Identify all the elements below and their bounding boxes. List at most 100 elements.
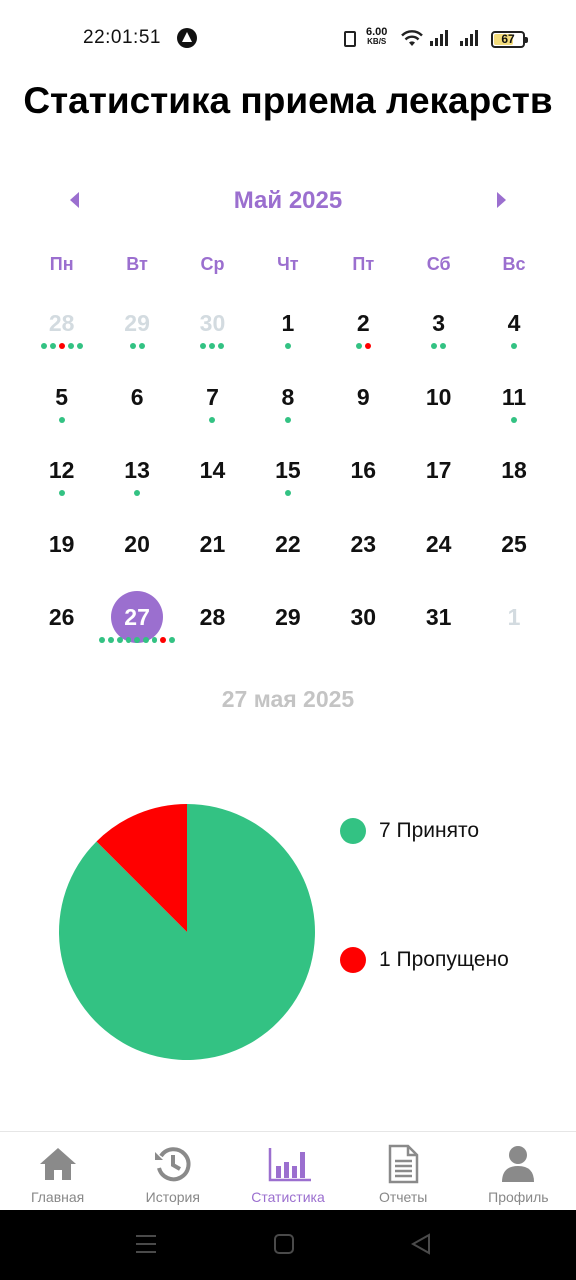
calendar-day[interactable]: 8 xyxy=(250,370,325,444)
calendar-day[interactable]: 30 xyxy=(175,296,250,370)
calendar-day-number: 28 xyxy=(48,310,75,336)
next-month-icon[interactable] xyxy=(497,192,506,208)
nav-item-home[interactable]: Главная xyxy=(0,1132,115,1210)
nav-label-reports: Отчеты xyxy=(378,1189,428,1205)
calendar-day[interactable]: 16 xyxy=(326,443,401,517)
calendar-day[interactable]: 28 xyxy=(175,590,250,664)
calendar-day-number: 7 xyxy=(206,383,219,410)
bar-chart-icon xyxy=(268,1148,311,1182)
calendar-day-number: 8 xyxy=(281,383,295,410)
taken-dot xyxy=(209,416,216,423)
legend-label-missed: 1 Пропущено xyxy=(379,948,509,971)
calendar-day[interactable]: 4 xyxy=(476,296,551,370)
calendar-day[interactable]: 11 xyxy=(476,370,551,444)
calendar-day[interactable]: 5 xyxy=(24,370,99,444)
calendar-day[interactable]: 24 xyxy=(401,517,476,591)
calendar-day-number: 1 xyxy=(507,604,521,631)
nav-item-history[interactable]: История xyxy=(115,1132,230,1210)
signal-icon xyxy=(430,30,448,46)
taken-dot xyxy=(67,343,74,349)
calendar-day[interactable]: 14 xyxy=(175,443,250,517)
calendar-day[interactable]: 23 xyxy=(326,517,401,591)
calendar-day[interactable]: 7 xyxy=(175,370,250,444)
calendar-day-number: 14 xyxy=(199,457,226,484)
taken-dot xyxy=(142,637,149,644)
taken-dot xyxy=(200,343,207,349)
calendar-day[interactable]: 19 xyxy=(24,517,99,591)
calendar-day[interactable]: 26 xyxy=(24,590,99,664)
calendar-day-number: 15 xyxy=(275,457,301,484)
calendar-day-number: 10 xyxy=(425,383,452,410)
calendar-day[interactable]: 15 xyxy=(250,443,325,517)
legend-swatch-taken xyxy=(340,818,366,844)
intake-dots xyxy=(250,343,325,349)
calendar-header: Май 2025 xyxy=(0,185,576,219)
calendar-day-number: 3 xyxy=(432,310,446,336)
menu-icon[interactable] xyxy=(135,1232,157,1256)
calendar-day[interactable]: 1 xyxy=(476,590,551,664)
calendar-day[interactable]: 9 xyxy=(326,370,401,444)
legend-item-missed: 1 Пропущено xyxy=(340,947,509,973)
wifi-icon xyxy=(401,30,423,46)
nav-item-profile[interactable]: Профиль xyxy=(461,1132,576,1210)
calendar-day-number: 2 xyxy=(356,310,370,336)
intake-dots xyxy=(250,490,325,497)
calendar-day-number: 9 xyxy=(356,383,370,410)
taken-dot xyxy=(511,416,518,423)
taken-dot xyxy=(284,343,291,349)
calendar-day[interactable]: 13 xyxy=(99,443,174,517)
calendar-day[interactable]: 22 xyxy=(250,517,325,591)
calendar-day[interactable]: 21 xyxy=(175,517,250,591)
calendar-day[interactable]: 17 xyxy=(401,443,476,517)
calendar-day[interactable]: 28 xyxy=(24,296,99,370)
calendar-day-number: 25 xyxy=(501,530,527,557)
calendar-day-number: 26 xyxy=(48,604,75,631)
calendar-day[interactable]: 2 xyxy=(326,296,401,370)
calendar-day[interactable]: 27 xyxy=(99,590,175,664)
app-notification-icon xyxy=(177,28,197,48)
weekday-label: Вт xyxy=(126,254,148,274)
calendar-grid: 28 29 30 1 2 3 4 5 6 7 8 9 10 11 12 13 14 15 16 17 18 19 20 21 2… xyxy=(24,296,552,664)
calendar-day[interactable]: 30 xyxy=(326,590,401,664)
legend-swatch-missed xyxy=(340,947,366,973)
home-square-icon[interactable] xyxy=(273,1232,295,1256)
taken-dot xyxy=(284,490,291,497)
taken-dot xyxy=(99,637,106,644)
calendar-day[interactable]: 25 xyxy=(476,517,551,591)
intake-dots xyxy=(99,490,174,497)
calendar-day[interactable]: 10 xyxy=(401,370,476,444)
intake-dots xyxy=(326,343,401,349)
taken-dot xyxy=(58,416,65,423)
weekday-label: Ср xyxy=(200,254,225,274)
taken-dot xyxy=(108,637,114,644)
calendar-day[interactable]: 29 xyxy=(99,296,174,370)
calendar-day-number: 12 xyxy=(48,457,75,484)
status-time: 22:01:51 xyxy=(83,27,161,48)
taken-dot xyxy=(218,343,225,349)
nav-item-statistics[interactable]: Статистика xyxy=(230,1132,345,1210)
calendar-day[interactable]: 1 xyxy=(250,296,325,370)
calendar-day-number: 23 xyxy=(350,530,377,557)
calendar-day[interactable]: 6 xyxy=(99,370,174,444)
nav-item-reports[interactable]: Отчеты xyxy=(346,1132,461,1210)
calendar-day[interactable]: 18 xyxy=(476,443,551,517)
calendar-day-number: 13 xyxy=(124,457,150,484)
calendar-day-number: 28 xyxy=(199,604,226,631)
taken-dot xyxy=(355,343,362,349)
calendar-day-number: 24 xyxy=(425,530,452,557)
calendar-day-number: 29 xyxy=(275,604,301,631)
intake-dots xyxy=(24,416,99,423)
calendar-day[interactable]: 20 xyxy=(99,517,174,591)
taken-dot xyxy=(58,490,65,497)
calendar-day[interactable]: 29 xyxy=(250,590,325,664)
calendar-day[interactable]: 31 xyxy=(401,590,476,664)
calendar-day-number: 11 xyxy=(501,383,527,410)
taken-dot xyxy=(138,343,145,349)
calendar-day[interactable]: 3 xyxy=(401,296,476,370)
status-bar: 22:01:51 6.00 KB/S 67 xyxy=(0,0,576,64)
taken-dot xyxy=(440,343,447,349)
network-speed: 6.00 KB/S xyxy=(366,27,387,47)
calendar-day[interactable]: 12 xyxy=(24,443,99,517)
back-triangle-icon[interactable] xyxy=(410,1232,432,1256)
calendar-day-number: 16 xyxy=(350,457,377,484)
